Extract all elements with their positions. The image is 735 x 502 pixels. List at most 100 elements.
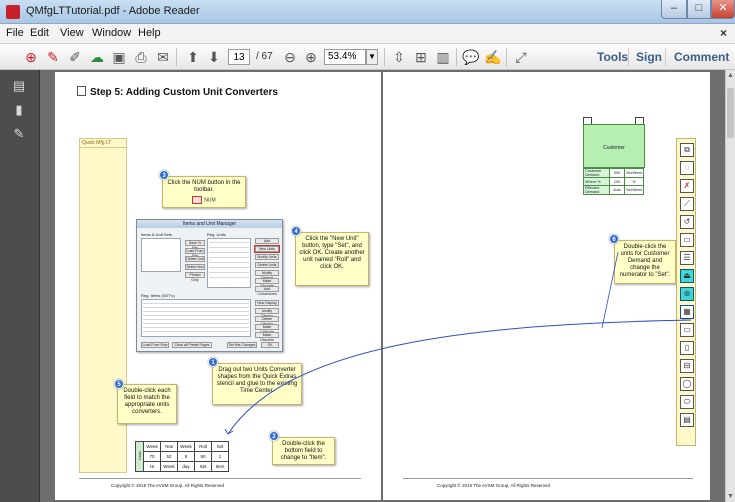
create-pdf-icon[interactable]: ⊕ bbox=[22, 48, 40, 66]
dialog-button[interactable]: Delete Display bbox=[255, 316, 279, 326]
table-cell[interactable]: Hr bbox=[143, 461, 161, 472]
save-icon[interactable]: ▣ bbox=[110, 48, 128, 66]
bookmarks-icon[interactable]: ▮ bbox=[11, 102, 27, 118]
table-row: Where % 100 % bbox=[583, 177, 645, 186]
zoom-in-icon[interactable]: ⊕ bbox=[302, 48, 320, 66]
menu-view[interactable]: View bbox=[60, 27, 84, 39]
attachments-icon[interactable]: ✎ bbox=[11, 126, 27, 142]
close-document-icon[interactable]: × bbox=[720, 26, 727, 40]
table-cell[interactable]: Year bbox=[160, 441, 178, 452]
stencil-shape-icon[interactable]: ▭ bbox=[680, 323, 694, 337]
dialog-button[interactable]: Pinned Only bbox=[185, 272, 205, 282]
table-cell[interactable]: day bbox=[177, 461, 195, 472]
maximize-button[interactable]: □ bbox=[687, 0, 711, 19]
acrobat-icon[interactable]: ✎ bbox=[44, 48, 62, 66]
tools-link[interactable]: Tools bbox=[597, 50, 628, 64]
stencil-shape-icon[interactable]: ▯ bbox=[680, 341, 694, 355]
dialog-button[interactable]: Modify Units bbox=[255, 254, 279, 260]
edit-icon[interactable]: ✐ bbox=[66, 48, 84, 66]
stencil-shape-icon[interactable]: ⏏ bbox=[680, 269, 694, 283]
two-page-icon[interactable]: ▥ bbox=[434, 48, 452, 66]
table-cell[interactable]: 100 bbox=[609, 177, 625, 186]
dialog-button[interactable]: Delete Unit bbox=[185, 256, 205, 262]
table-cell[interactable]: 5 bbox=[177, 451, 195, 462]
table-cell[interactable]: Auto bbox=[609, 185, 625, 195]
comment-icon[interactable]: 💬 bbox=[462, 48, 480, 66]
table-cell[interactable]: 900 bbox=[609, 168, 625, 178]
dialog-button[interactable]: Load From Row bbox=[141, 342, 169, 348]
menu-help[interactable]: Help bbox=[138, 27, 161, 39]
unit-sets-list[interactable] bbox=[141, 238, 181, 272]
dialog-button[interactable]: Select Non bbox=[185, 264, 205, 270]
dialog-button[interactable]: Add bbox=[255, 238, 279, 244]
page-number-input[interactable] bbox=[228, 49, 250, 65]
table-cell[interactable]: Roll bbox=[194, 441, 212, 452]
dialog-button[interactable]: New Display bbox=[255, 300, 279, 306]
dialog-button[interactable]: Make Calibrate bbox=[255, 324, 279, 334]
table-cell[interactable]: Item bbox=[211, 461, 229, 472]
table-cell[interactable]: Week bbox=[143, 441, 161, 452]
dialog-button[interactable]: Delete Units bbox=[255, 262, 279, 268]
zoom-input[interactable]: 53.4% bbox=[324, 49, 366, 65]
table-cell[interactable]: Set bbox=[211, 441, 229, 452]
stencil-shape-icon[interactable]: ⬭ bbox=[680, 395, 694, 409]
menu-edit[interactable]: Edit bbox=[30, 27, 49, 39]
stencil-shape-icon[interactable]: ✗ bbox=[680, 179, 694, 193]
scroll-down-icon[interactable]: ▼ bbox=[727, 493, 734, 500]
table-cell[interactable]: Set/Week bbox=[623, 168, 645, 178]
table-cell[interactable]: Week bbox=[177, 441, 195, 452]
print-icon[interactable]: ⎙ bbox=[132, 48, 150, 66]
fullscreen-icon[interactable]: ⤢ bbox=[512, 48, 530, 66]
stencil-shape-icon[interactable]: ⊛ bbox=[680, 287, 694, 301]
table-cell[interactable]: Set bbox=[194, 461, 212, 472]
zoom-out-icon[interactable]: ⊖ bbox=[281, 48, 299, 66]
dialog-button[interactable]: Save To File bbox=[185, 240, 205, 250]
stencil-shape-icon[interactable]: ⧉ bbox=[680, 143, 694, 157]
comment-link[interactable]: Comment bbox=[674, 50, 729, 64]
table-cell[interactable]: 52 bbox=[160, 451, 178, 462]
table-cell[interactable]: Set/Week bbox=[623, 185, 645, 195]
stencil-shape-icon[interactable]: ◯ bbox=[680, 377, 694, 391]
vertical-scrollbar[interactable]: ▲ ▼ bbox=[725, 70, 735, 502]
highlight-icon[interactable]: ✍ bbox=[484, 48, 502, 66]
dialog-ok-button[interactable]: OK bbox=[261, 342, 279, 348]
table-cell[interactable]: 70 bbox=[143, 451, 161, 462]
dialog-button[interactable]: Make Obsolete bbox=[255, 332, 279, 342]
close-button[interactable]: ✕ bbox=[711, 0, 735, 19]
stencil-shape-icon[interactable]: ⊟ bbox=[680, 359, 694, 373]
stencil-shape-icon[interactable]: ◌ bbox=[680, 161, 694, 175]
cloud-upload-icon[interactable]: ☁ bbox=[88, 48, 106, 66]
menu-file[interactable]: File bbox=[6, 27, 24, 39]
scroll-up-icon[interactable]: ▲ bbox=[727, 72, 734, 79]
fit-width-icon[interactable]: ⊞ bbox=[412, 48, 430, 66]
dialog-button[interactable]: Add Conversions bbox=[255, 286, 279, 296]
pages-icon[interactable]: ▤ bbox=[11, 78, 27, 94]
fit-page-icon[interactable]: ⇳ bbox=[390, 48, 408, 66]
dialog-button[interactable]: Modify Dataset bbox=[255, 270, 279, 280]
document-area[interactable]: Step 5: Adding Custom Unit Converters Qu… bbox=[40, 70, 725, 502]
stencil-shape-icon[interactable]: ↺ bbox=[680, 215, 694, 229]
registered-units-list[interactable] bbox=[207, 238, 251, 288]
stencil-shape-icon[interactable]: ▤ bbox=[680, 413, 694, 427]
table-cell[interactable]: % bbox=[623, 177, 645, 186]
minimize-button[interactable]: – bbox=[661, 0, 687, 19]
menu-window[interactable]: Window bbox=[92, 27, 131, 39]
scrollbar-thumb[interactable] bbox=[727, 88, 734, 138]
email-icon[interactable]: ✉ bbox=[154, 48, 172, 66]
dialog-button[interactable]: Modify Display bbox=[255, 308, 279, 318]
dialog-button[interactable]: Clear all Preset Pages bbox=[172, 342, 212, 348]
table-cell[interactable]: Week bbox=[160, 461, 178, 472]
chevron-down-icon[interactable]: ▼ bbox=[366, 49, 378, 65]
table-cell[interactable]: 1 bbox=[211, 451, 229, 462]
next-page-icon[interactable]: ⬇ bbox=[205, 48, 223, 66]
dialog-button[interactable]: Make Obsolete bbox=[255, 278, 279, 288]
prev-page-icon[interactable]: ⬆ bbox=[184, 48, 202, 66]
stencil-shape-icon[interactable]: ☰ bbox=[680, 251, 694, 265]
table-cell[interactable]: 50 bbox=[194, 451, 212, 462]
stencil-shape-icon[interactable]: ▭ bbox=[680, 233, 694, 247]
units-converter-stencil-icon[interactable]: ▦ bbox=[680, 305, 694, 319]
sign-link[interactable]: Sign bbox=[636, 50, 662, 64]
stencil-shape-icon[interactable]: ⟋ bbox=[680, 197, 694, 211]
dialog-button[interactable]: Set this Changes bbox=[227, 342, 257, 348]
dialog-button[interactable]: Load From File bbox=[185, 248, 205, 258]
